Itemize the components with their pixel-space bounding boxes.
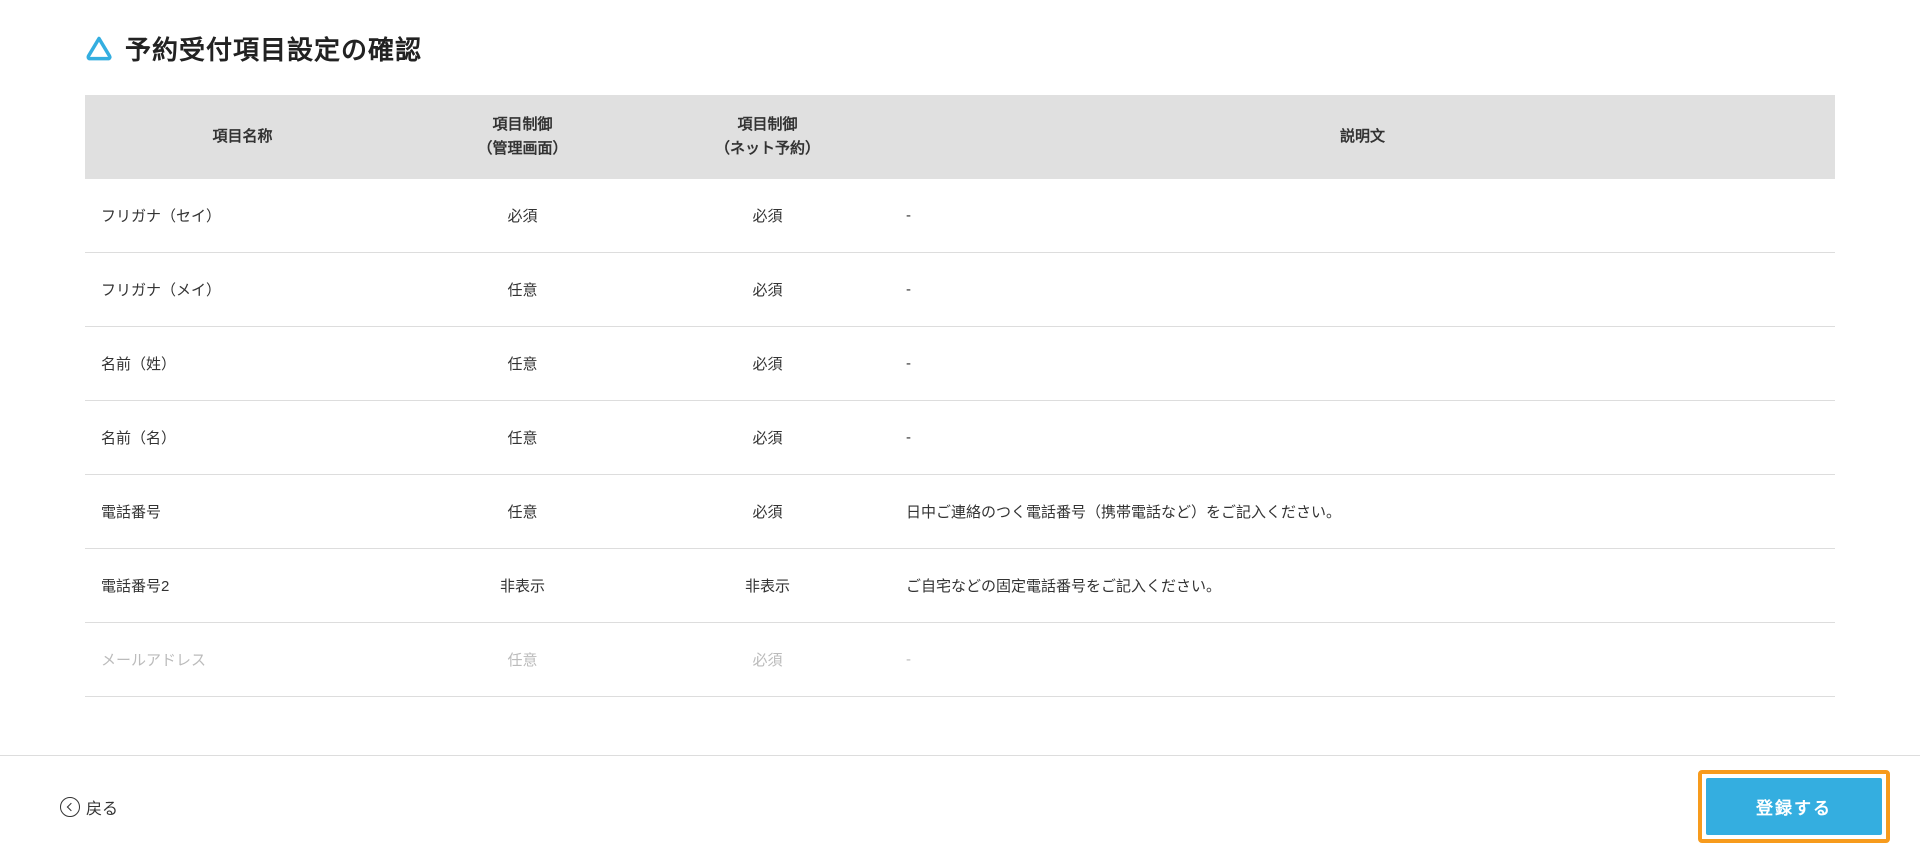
triangle-icon <box>85 35 113 63</box>
th-name: 項目名称 <box>85 95 400 179</box>
cell-net: 必須 <box>645 253 890 327</box>
th-admin-l2: （管理画面） <box>477 140 567 157</box>
register-button[interactable]: 登録する <box>1706 778 1882 835</box>
cell-net: 必須 <box>645 401 890 475</box>
cell-desc: ご自宅などの固定電話番号をご記入ください。 <box>890 549 1835 623</box>
cell-net: 非表示 <box>645 549 890 623</box>
cell-net: 必須 <box>645 327 890 401</box>
cell-desc: - <box>890 623 1835 697</box>
cell-name: 電話番号 <box>85 475 400 549</box>
cell-net: 必須 <box>645 179 890 253</box>
page-header: 予約受付項目設定の確認 <box>85 30 1835 67</box>
cell-admin: 必須 <box>400 179 645 253</box>
page-title: 予約受付項目設定の確認 <box>125 30 422 67</box>
cell-name: 電話番号2 <box>85 549 400 623</box>
cell-name: 名前（名） <box>85 401 400 475</box>
bottom-bar: 戻る 登録する <box>0 755 1920 857</box>
th-net: 項目制御 （ネット予約） <box>645 95 890 179</box>
page-container: 予約受付項目設定の確認 項目名称 項目制御 （管理画面） 項目制御 （ネット予約… <box>0 0 1920 817</box>
cell-desc: - <box>890 327 1835 401</box>
table-row: フリガナ（セイ） 必須 必須 - <box>85 179 1835 253</box>
cell-name: フリガナ（セイ） <box>85 179 400 253</box>
cell-admin: 任意 <box>400 475 645 549</box>
cell-admin: 任意 <box>400 623 645 697</box>
th-net-l1: 項目制御 <box>737 116 797 133</box>
th-admin-l1: 項目制御 <box>492 116 552 133</box>
cell-admin: 非表示 <box>400 549 645 623</box>
table-row: メールアドレス 任意 必須 - <box>85 623 1835 697</box>
back-label: 戻る <box>86 795 118 819</box>
register-highlight-box: 登録する <box>1698 770 1890 843</box>
cell-admin: 任意 <box>400 327 645 401</box>
cell-desc: - <box>890 179 1835 253</box>
table-row: 名前（姓） 任意 必須 - <box>85 327 1835 401</box>
cell-desc: - <box>890 253 1835 327</box>
th-desc: 説明文 <box>890 95 1835 179</box>
th-net-l2: （ネット予約） <box>715 140 820 157</box>
table-header-row: 項目名称 項目制御 （管理画面） 項目制御 （ネット予約） 説明文 <box>85 95 1835 179</box>
cell-net: 必須 <box>645 623 890 697</box>
table-row: フリガナ（メイ） 任意 必須 - <box>85 253 1835 327</box>
back-button[interactable]: 戻る <box>60 795 118 819</box>
chevron-left-icon <box>67 802 75 810</box>
cell-name: フリガナ（メイ） <box>85 253 400 327</box>
cell-admin: 任意 <box>400 253 645 327</box>
settings-table: 項目名称 項目制御 （管理画面） 項目制御 （ネット予約） 説明文 フリガナ（セ… <box>85 95 1835 697</box>
cell-desc: 日中ご連絡のつく電話番号（携帯電話など）をご記入ください。 <box>890 475 1835 549</box>
th-admin: 項目制御 （管理画面） <box>400 95 645 179</box>
cell-net: 必須 <box>645 475 890 549</box>
cell-name: 名前（姓） <box>85 327 400 401</box>
th-name-text: 項目名称 <box>212 128 272 145</box>
th-desc-text: 説明文 <box>1340 128 1385 145</box>
back-circle-icon <box>60 797 80 817</box>
table-row: 名前（名） 任意 必須 - <box>85 401 1835 475</box>
table-row: 電話番号 任意 必須 日中ご連絡のつく電話番号（携帯電話など）をご記入ください。 <box>85 475 1835 549</box>
cell-name: メールアドレス <box>85 623 400 697</box>
cell-admin: 任意 <box>400 401 645 475</box>
cell-desc: - <box>890 401 1835 475</box>
table-row: 電話番号2 非表示 非表示 ご自宅などの固定電話番号をご記入ください。 <box>85 549 1835 623</box>
table-body: フリガナ（セイ） 必須 必須 - フリガナ（メイ） 任意 必須 - 名前（姓） … <box>85 179 1835 697</box>
